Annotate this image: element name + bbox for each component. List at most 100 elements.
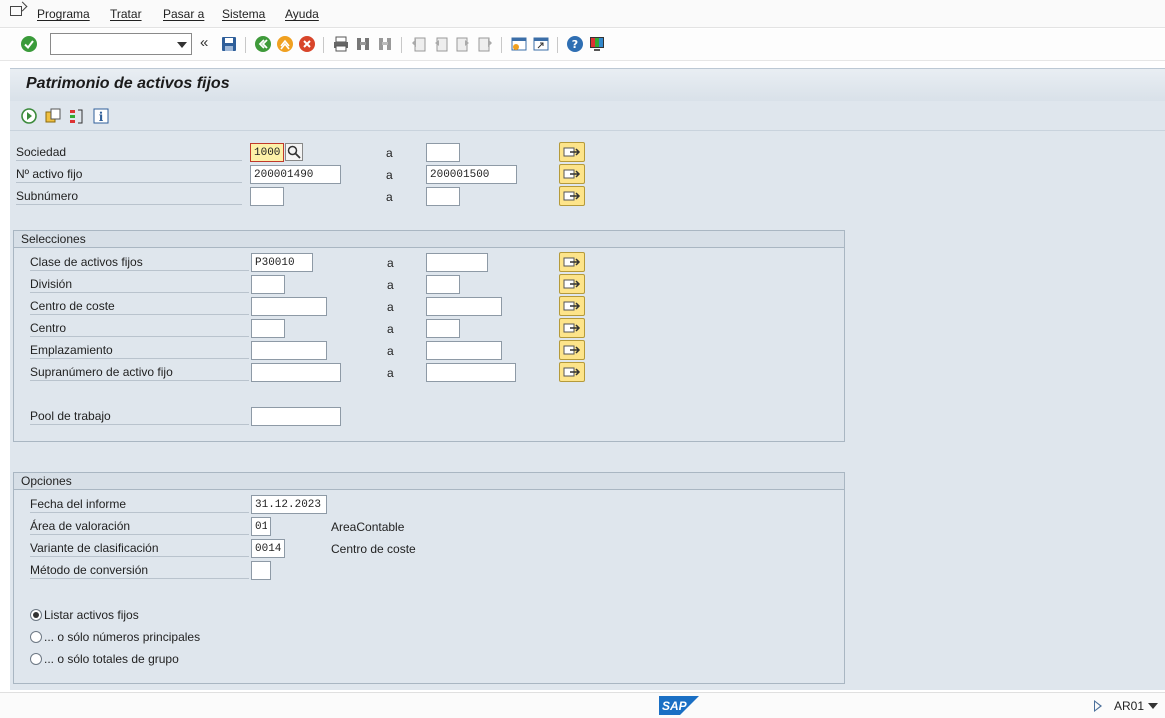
arrow-right-icon bbox=[563, 169, 581, 179]
command-input[interactable] bbox=[51, 34, 169, 54]
last-page-icon[interactable] bbox=[476, 35, 494, 53]
range-to-label: a bbox=[386, 168, 393, 182]
field-label: Fecha del informe bbox=[30, 496, 249, 513]
subnumber-to-input[interactable] bbox=[426, 187, 460, 206]
back-icon[interactable] bbox=[254, 35, 272, 53]
asset-class-from-input[interactable] bbox=[251, 253, 313, 272]
super-number-from-input[interactable] bbox=[251, 363, 341, 382]
menu-bar: Programa Tratar Pasar a Sistema Ayuda bbox=[0, 0, 1165, 28]
save-icon[interactable] bbox=[220, 35, 238, 53]
field-label: Centro bbox=[30, 320, 249, 337]
menu-tratar[interactable]: Tratar bbox=[110, 7, 142, 21]
chevron-down-icon[interactable] bbox=[177, 42, 187, 48]
cancel-icon[interactable] bbox=[298, 35, 316, 53]
radio-label: ... o sólo números principales bbox=[44, 630, 201, 644]
multiple-selection-button[interactable] bbox=[559, 296, 585, 316]
create-session-icon[interactable] bbox=[510, 35, 528, 53]
asset-class-to-input[interactable] bbox=[426, 253, 488, 272]
field-label: Sociedad bbox=[16, 144, 242, 161]
field-label: Nº activo fijo bbox=[16, 166, 242, 183]
multiple-selection-button[interactable] bbox=[559, 142, 585, 162]
multiple-selection-button[interactable] bbox=[559, 186, 585, 206]
division-from-input[interactable] bbox=[251, 275, 285, 294]
division-to-input[interactable] bbox=[426, 275, 460, 294]
back-history-icon[interactable]: « bbox=[200, 34, 208, 51]
sociedad-from-input[interactable] bbox=[250, 143, 284, 162]
radio-label: ... o sólo totales de grupo bbox=[44, 652, 179, 666]
menu-programa[interactable]: Programa bbox=[37, 7, 90, 21]
super-number-to-input[interactable] bbox=[426, 363, 516, 382]
system-name: AR01 bbox=[1114, 699, 1145, 713]
sort-variant-input[interactable] bbox=[251, 539, 285, 558]
multiple-selection-button[interactable] bbox=[559, 274, 585, 294]
get-variant-icon[interactable] bbox=[44, 107, 62, 125]
valuation-area-input[interactable] bbox=[251, 517, 271, 536]
arrow-right-icon bbox=[563, 147, 581, 157]
selection-options-icon[interactable] bbox=[68, 107, 86, 125]
location-to-input[interactable] bbox=[426, 341, 502, 360]
find-icon[interactable] bbox=[354, 35, 372, 53]
field-label: Supranúmero de activo fijo bbox=[30, 364, 249, 381]
arrow-right-icon bbox=[563, 367, 581, 377]
selection-screen: Patrimonio de activos fijos i Sociedad a bbox=[10, 68, 1165, 690]
field-label: Variante de clasificación bbox=[30, 540, 249, 557]
range-to-label: a bbox=[387, 366, 394, 380]
first-page-icon[interactable] bbox=[410, 35, 428, 53]
print-icon[interactable] bbox=[332, 35, 350, 53]
status-expand-icon[interactable] bbox=[1094, 700, 1102, 712]
opciones-group: Opciones Fecha del informe Área de valor… bbox=[13, 472, 845, 684]
application-toolbar: i bbox=[10, 101, 1165, 131]
menu-sistema[interactable]: Sistema bbox=[222, 7, 265, 21]
valuation-area-text: AreaContable bbox=[331, 520, 405, 534]
arrow-right-icon bbox=[563, 345, 581, 355]
work-pool-input[interactable] bbox=[251, 407, 341, 426]
cost-center-from-input[interactable] bbox=[251, 297, 327, 316]
radio-list-assets[interactable] bbox=[30, 609, 42, 621]
range-to-label: a bbox=[387, 322, 394, 336]
find-next-icon[interactable] bbox=[376, 35, 394, 53]
asset-number-to-input[interactable] bbox=[426, 165, 517, 184]
previous-page-icon[interactable] bbox=[432, 35, 450, 53]
range-to-label: a bbox=[387, 344, 394, 358]
asset-number-from-input[interactable] bbox=[250, 165, 341, 184]
range-to-label: a bbox=[386, 146, 393, 160]
conversion-method-input[interactable] bbox=[251, 561, 271, 580]
search-icon bbox=[287, 145, 301, 159]
plant-to-input[interactable] bbox=[426, 319, 460, 338]
execute-icon[interactable] bbox=[20, 107, 38, 125]
radio-group-totals[interactable] bbox=[30, 653, 42, 665]
subnumber-from-input[interactable] bbox=[250, 187, 284, 206]
exit-icon[interactable] bbox=[276, 35, 294, 53]
help-icon[interactable]: ? bbox=[566, 35, 584, 53]
multiple-selection-button[interactable] bbox=[559, 252, 585, 272]
menu-pasar-a[interactable]: Pasar a bbox=[163, 7, 204, 21]
field-label: Método de conversión bbox=[30, 562, 249, 579]
range-to-label: a bbox=[386, 190, 393, 204]
customize-layout-icon[interactable] bbox=[588, 35, 606, 53]
location-from-input[interactable] bbox=[251, 341, 327, 360]
menu-export-icon[interactable] bbox=[10, 6, 22, 16]
plant-from-input[interactable] bbox=[251, 319, 285, 338]
sociedad-to-input[interactable] bbox=[426, 143, 460, 162]
multiple-selection-button[interactable] bbox=[559, 164, 585, 184]
title-bar: Patrimonio de activos fijos bbox=[10, 69, 1165, 101]
multiple-selection-button[interactable] bbox=[559, 362, 585, 382]
sap-window: Programa Tratar Pasar a Sistema Ayuda « bbox=[0, 0, 1165, 718]
report-date-input[interactable] bbox=[251, 495, 327, 514]
check-icon[interactable] bbox=[20, 35, 38, 53]
menu-ayuda[interactable]: Ayuda bbox=[285, 7, 319, 21]
command-field[interactable] bbox=[50, 33, 192, 55]
arrow-right-icon bbox=[563, 301, 581, 311]
chevron-down-icon[interactable] bbox=[1148, 703, 1158, 709]
cost-center-to-input[interactable] bbox=[426, 297, 502, 316]
shortcut-icon[interactable] bbox=[532, 35, 550, 53]
program-info-icon[interactable]: i bbox=[92, 107, 110, 125]
multiple-selection-button[interactable] bbox=[559, 340, 585, 360]
field-label: Centro de coste bbox=[30, 298, 249, 315]
field-label: Área de valoración bbox=[30, 518, 249, 535]
search-help-button[interactable] bbox=[285, 143, 303, 161]
multiple-selection-button[interactable] bbox=[559, 318, 585, 338]
radio-main-numbers[interactable] bbox=[30, 631, 42, 643]
next-page-icon[interactable] bbox=[454, 35, 472, 53]
sort-variant-text: Centro de coste bbox=[331, 542, 416, 556]
